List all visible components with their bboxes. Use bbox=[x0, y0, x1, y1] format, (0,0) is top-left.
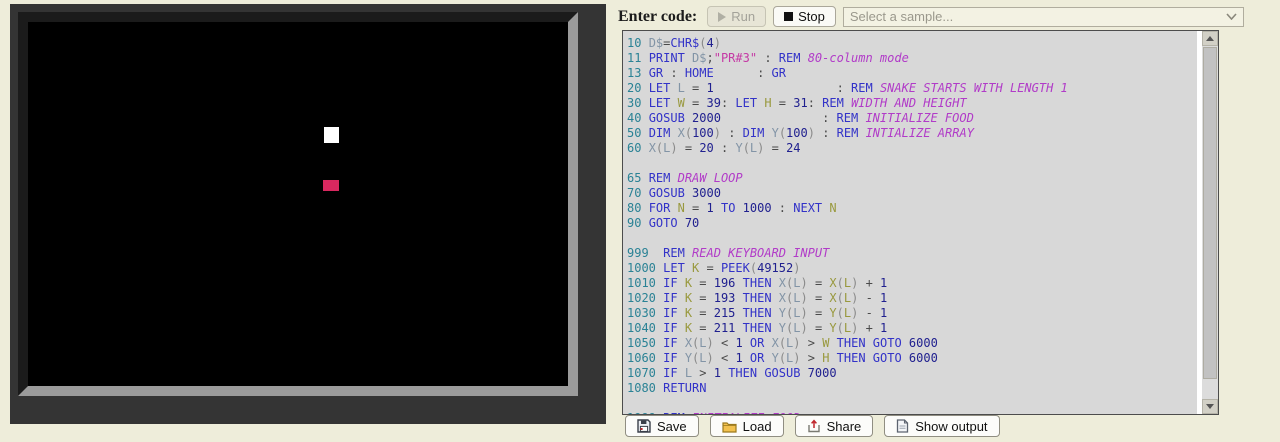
code-line: 1040 IF K = 211 THEN Y(L) = Y(L) + 1 bbox=[627, 321, 1197, 336]
run-button[interactable]: Run bbox=[707, 6, 766, 27]
code-line: 1020 IF K = 193 THEN X(L) = X(L) - 1 bbox=[627, 291, 1197, 306]
code-line: 10 D$=CHR$(4) bbox=[627, 36, 1197, 51]
apple2-monitor bbox=[10, 4, 606, 424]
sample-select-placeholder: Select a sample... bbox=[850, 9, 1226, 24]
load-button-label: Load bbox=[743, 419, 772, 434]
stop-icon bbox=[784, 12, 793, 21]
scroll-down-button[interactable] bbox=[1202, 399, 1218, 414]
code-line: 30 LET W = 39: LET H = 31: REM WIDTH AND… bbox=[627, 96, 1197, 111]
enter-code-label: Enter code: bbox=[618, 8, 697, 26]
share-button[interactable]: Share bbox=[795, 415, 874, 437]
scroll-up-button[interactable] bbox=[1202, 31, 1218, 46]
snake-block bbox=[324, 127, 339, 143]
load-button[interactable]: Load bbox=[710, 415, 784, 437]
folder-icon bbox=[722, 420, 737, 433]
code-line: 1080 RETURN bbox=[627, 381, 1197, 396]
show-output-button[interactable]: Show output bbox=[884, 415, 999, 437]
code-line: 1000 LET K = PEEK(49152) bbox=[627, 261, 1197, 276]
scroll-down-icon bbox=[1206, 404, 1214, 409]
chevron-down-icon bbox=[1226, 13, 1237, 20]
food-block bbox=[323, 180, 339, 191]
code-content: 10 D$=CHR$(4)11 PRINT D$;"PR#3" : REM 80… bbox=[623, 31, 1197, 414]
floppy-disk-icon bbox=[637, 419, 651, 433]
code-line: 1070 IF L > 1 THEN GOSUB 7000 bbox=[627, 366, 1197, 381]
code-line: 1050 IF X(L) < 1 OR X(L) > W THEN GOTO 6… bbox=[627, 336, 1197, 351]
sample-select[interactable]: Select a sample... bbox=[843, 7, 1244, 27]
run-button-label: Run bbox=[731, 9, 755, 24]
share-button-label: Share bbox=[827, 419, 862, 434]
code-line bbox=[627, 156, 1197, 171]
code-line: 80 FOR N = 1 TO 1000 : NEXT N bbox=[627, 201, 1197, 216]
editor-scrollbar[interactable] bbox=[1202, 31, 1218, 414]
code-line: 50 DIM X(100) : DIM Y(100) : REM INTIALI… bbox=[627, 126, 1197, 141]
code-line: 70 GOSUB 3000 bbox=[627, 186, 1197, 201]
save-button[interactable]: Save bbox=[625, 415, 699, 437]
code-line: 1060 IF Y(L) < 1 OR Y(L) > H THEN GOTO 6… bbox=[627, 351, 1197, 366]
code-line: 11 PRINT D$;"PR#3" : REM 80-column mode bbox=[627, 51, 1197, 66]
show-output-button-label: Show output bbox=[915, 419, 987, 434]
code-line: 60 X(L) = 20 : Y(L) = 24 bbox=[627, 141, 1197, 156]
code-line: 13 GR : HOME : GR bbox=[627, 66, 1197, 81]
code-line: 999 REM READ KEYBOARD INPUT bbox=[627, 246, 1197, 261]
play-icon bbox=[718, 12, 726, 22]
code-line: 1030 IF K = 215 THEN Y(L) = Y(L) - 1 bbox=[627, 306, 1197, 321]
toolbar: Enter code: Run Stop Select a sample... bbox=[618, 5, 1244, 28]
code-line: 90 GOTO 70 bbox=[627, 216, 1197, 231]
code-line: 1999 REM INITIALIZE FOOD bbox=[627, 411, 1197, 414]
stop-button[interactable]: Stop bbox=[773, 6, 836, 27]
code-editor[interactable]: 10 D$=CHR$(4)11 PRINT D$;"PR#3" : REM 80… bbox=[622, 30, 1219, 415]
apple2-screen[interactable] bbox=[18, 12, 578, 396]
code-line bbox=[627, 396, 1197, 411]
code-line: 65 REM DRAW LOOP bbox=[627, 171, 1197, 186]
scrollbar-thumb[interactable] bbox=[1203, 47, 1217, 379]
share-icon bbox=[807, 419, 821, 433]
code-line: 40 GOSUB 2000 : REM INITIALIZE FOOD bbox=[627, 111, 1197, 126]
code-area[interactable]: 10 D$=CHR$(4)11 PRINT D$;"PR#3" : REM 80… bbox=[623, 31, 1197, 414]
output-document-icon bbox=[896, 419, 909, 433]
code-line bbox=[627, 231, 1197, 246]
save-button-label: Save bbox=[657, 419, 687, 434]
action-bar: Save Load Share Show output bbox=[625, 415, 1000, 437]
code-line: 1010 IF K = 196 THEN X(L) = X(L) + 1 bbox=[627, 276, 1197, 291]
code-line: 20 LET L = 1 : REM SNAKE STARTS WITH LEN… bbox=[627, 81, 1197, 96]
scroll-up-icon bbox=[1206, 36, 1214, 41]
stop-button-label: Stop bbox=[798, 9, 825, 24]
